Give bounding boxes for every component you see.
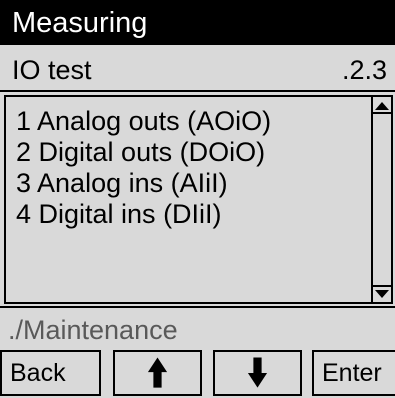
menu-list-frame: 1 Analog outs (AOiO) 2 Digital outs (DOi…: [4, 95, 393, 304]
arrow-up-icon: [147, 357, 168, 388]
scrollbar[interactable]: [371, 97, 391, 302]
menu-item-analog-outs[interactable]: 1 Analog outs (AOiO): [16, 106, 366, 137]
down-button[interactable]: [213, 350, 302, 396]
menu-title: IO test: [12, 55, 92, 85]
enter-button[interactable]: Enter: [312, 350, 395, 396]
menu-header: IO test .2.3: [0, 45, 395, 92]
arrow-down-icon: [247, 357, 268, 388]
up-button[interactable]: [113, 350, 202, 396]
scroll-down-arrow-icon[interactable]: [375, 290, 389, 298]
screen-title: Measuring: [12, 7, 148, 39]
back-button[interactable]: Back: [0, 350, 101, 396]
softkey-bar: Back Enter: [0, 350, 395, 396]
menu-list: 1 Analog outs (AOiO) 2 Digital outs (DOi…: [16, 106, 366, 230]
menu-item-digital-outs[interactable]: 2 Digital outs (DOiO): [16, 137, 366, 168]
device-screen: Measuring IO test .2.3 1 Analog outs (AO…: [0, 0, 395, 398]
scroll-up-arrow-icon[interactable]: [375, 102, 389, 110]
scroll-up-separator: [373, 112, 391, 114]
scroll-down-separator: [373, 285, 391, 287]
menu-item-digital-ins[interactable]: 4 Digital ins (DIiI): [16, 199, 366, 230]
menu-item-analog-ins[interactable]: 3 Analog ins (AIiI): [16, 168, 366, 199]
menu-index: .2.3: [341, 55, 387, 85]
divider: [0, 306, 395, 308]
menu-path: ./Maintenance: [8, 315, 178, 345]
title-bar: Measuring: [0, 0, 395, 45]
